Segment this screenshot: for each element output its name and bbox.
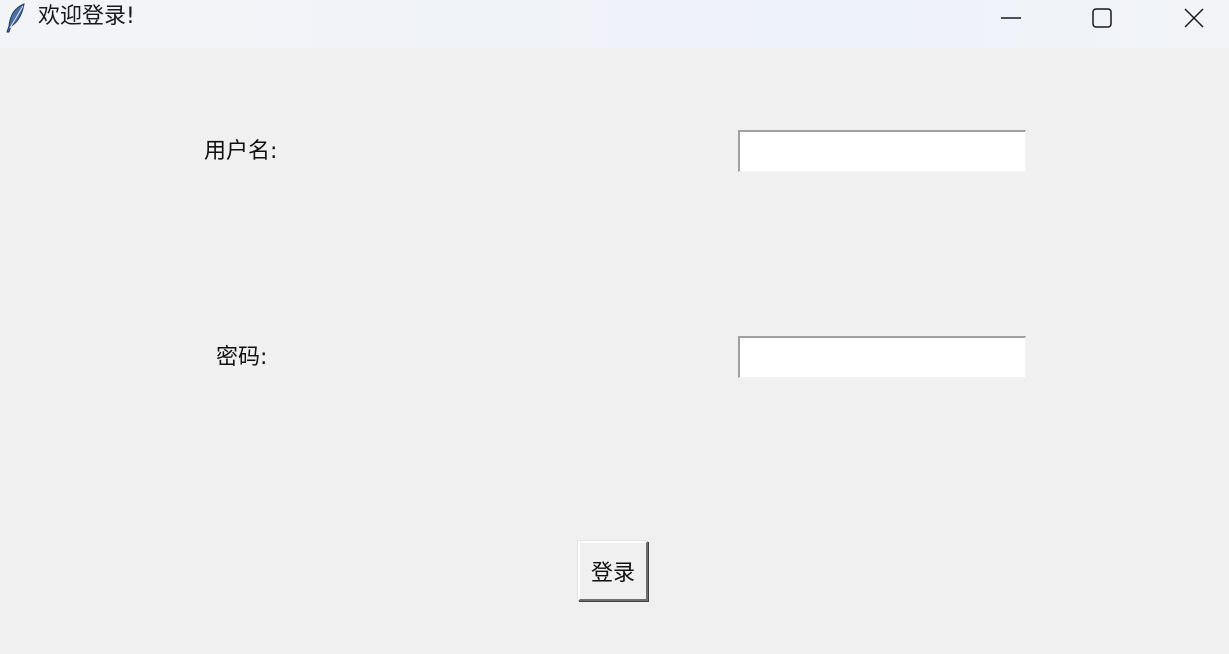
login-button[interactable]: 登录 (578, 541, 648, 601)
window-title: 欢迎登录! (38, 4, 135, 29)
maximize-icon (1091, 7, 1113, 29)
username-input[interactable] (738, 130, 1026, 172)
title-bar[interactable]: 欢迎登录! (0, 0, 1229, 48)
login-window: 欢迎登录! 用户名: 密码: 登录 (0, 0, 1229, 654)
feather-icon (4, 2, 28, 34)
password-input[interactable] (738, 336, 1026, 378)
password-label: 密码: (216, 345, 268, 370)
minimize-icon (1000, 7, 1022, 29)
close-icon (1183, 7, 1205, 29)
close-button[interactable] (1171, 0, 1217, 36)
maximize-button[interactable] (1079, 0, 1125, 36)
minimize-button[interactable] (988, 0, 1034, 36)
username-label: 用户名: (204, 139, 278, 164)
